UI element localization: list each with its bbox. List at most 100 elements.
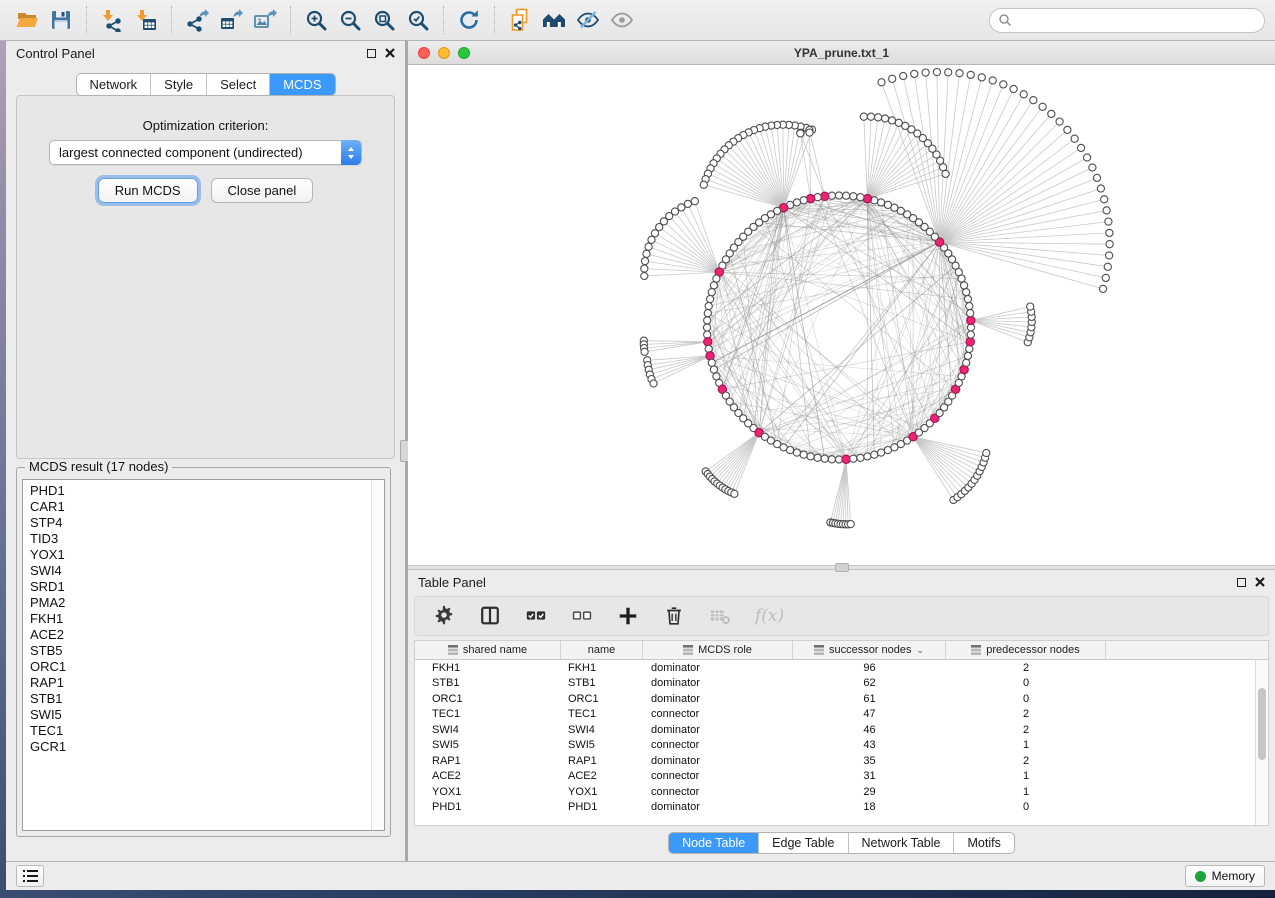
table-cell: FKH1 <box>561 662 643 674</box>
unselect-all-columns-icon[interactable] <box>571 605 593 627</box>
import-network-icon[interactable] <box>95 5 129 35</box>
table-cell: 29 <box>793 786 946 798</box>
table-body: FKH1FKH1dominator962STB1STB1dominator620… <box>415 660 1268 815</box>
table-row[interactable]: SWI5SWI5connector431 <box>415 738 1268 754</box>
column-header-predecessor-nodes[interactable]: predecessor nodes <box>946 641 1106 659</box>
table-cell: TEC1 <box>415 708 561 720</box>
optimization-criterion-select[interactable]: largest connected component (undirected) <box>49 140 362 165</box>
table-cell: dominator <box>643 724 793 736</box>
open-icon[interactable] <box>10 5 44 35</box>
zoom-selected-icon[interactable] <box>401 5 435 35</box>
list-item[interactable]: ACE2 <box>30 627 371 643</box>
table-row[interactable]: TEC1TEC1connector472 <box>415 707 1268 723</box>
control-panel: Control Panel NetworkStyleSelectMCDS Opt… <box>6 41 405 861</box>
mcds-result-list[interactable]: PHD1CAR1STP4TID3YOX1SWI4SRD1PMA2FKH1ACE2… <box>23 480 371 830</box>
search-input[interactable] <box>1017 13 1256 27</box>
table-scrollbar[interactable] <box>1255 660 1268 825</box>
close-panel-icon[interactable] <box>1255 577 1265 587</box>
search-box[interactable] <box>989 8 1265 33</box>
list-item[interactable]: GCR1 <box>30 739 371 755</box>
horizontal-split-divider[interactable] <box>408 565 1275 570</box>
table-cell: connector <box>643 770 793 782</box>
table-row[interactable]: ACE2ACE2connector311 <box>415 769 1268 785</box>
clone-network-icon[interactable] <box>503 5 537 35</box>
show-all-icon[interactable] <box>605 5 639 35</box>
list-item[interactable]: YOX1 <box>30 547 371 563</box>
mcds-list-scrollbar[interactable] <box>371 480 384 830</box>
column-header-name[interactable]: name <box>561 641 643 659</box>
column-header-MCDS-role[interactable]: MCDS role <box>643 641 793 659</box>
close-panel-button[interactable]: Close panel <box>211 178 314 203</box>
table-cell: SWI5 <box>561 739 643 751</box>
add-column-icon[interactable] <box>617 605 639 627</box>
tab-motifs[interactable]: Motifs <box>953 833 1013 853</box>
float-panel-icon[interactable] <box>1237 578 1246 587</box>
export-network-icon[interactable] <box>180 5 214 35</box>
zoom-out-icon[interactable] <box>333 5 367 35</box>
mcds-result-title: MCDS result (17 nodes) <box>25 459 172 474</box>
delete-column-icon[interactable] <box>663 605 685 627</box>
table-panel: Table Panel f(x) shared namenameMCDS rol… <box>408 570 1275 861</box>
list-item[interactable]: TID3 <box>30 531 371 547</box>
table-row[interactable]: STB1STB1dominator620 <box>415 676 1268 692</box>
float-panel-icon[interactable] <box>367 49 376 58</box>
refresh-icon[interactable] <box>452 5 486 35</box>
zoom-fit-icon[interactable] <box>367 5 401 35</box>
divider-grip[interactable] <box>835 563 849 572</box>
list-item[interactable]: STB1 <box>30 691 371 707</box>
tab-node-table[interactable]: Node Table <box>669 833 758 853</box>
column-header-shared-name[interactable]: shared name <box>415 641 561 659</box>
table-row[interactable]: PHD1PHD1dominator180 <box>415 800 1268 816</box>
list-item[interactable]: PHD1 <box>30 483 371 499</box>
table-cell: 35 <box>793 755 946 767</box>
table-cell: 46 <box>793 724 946 736</box>
list-item[interactable]: FKH1 <box>30 611 371 627</box>
list-item[interactable]: STP4 <box>30 515 371 531</box>
network-canvas[interactable] <box>408 65 1275 565</box>
graph-nodes[interactable] <box>640 69 1113 528</box>
mcds-result-groupbox: MCDS result (17 nodes) PHD1CAR1STP4TID3Y… <box>16 467 391 837</box>
list-item[interactable]: TEC1 <box>30 723 371 739</box>
task-history-button[interactable] <box>16 865 44 887</box>
run-mcds-button[interactable]: Run MCDS <box>98 178 198 203</box>
table-cell: connector <box>643 708 793 720</box>
tab-select[interactable]: Select <box>206 74 269 95</box>
table-cell: 1 <box>946 770 1106 782</box>
show-columns-icon[interactable] <box>479 605 501 627</box>
close-panel-icon[interactable] <box>385 48 395 58</box>
tab-network[interactable]: Network <box>76 74 150 95</box>
export-image-icon[interactable] <box>248 5 282 35</box>
first-neighbors-icon[interactable] <box>537 5 571 35</box>
tab-edge-table[interactable]: Edge Table <box>758 833 847 853</box>
sort-caret-icon[interactable]: ⌄ <box>917 645 925 656</box>
list-item[interactable]: ORC1 <box>30 659 371 675</box>
save-icon[interactable] <box>44 5 78 35</box>
tab-style[interactable]: Style <box>150 74 206 95</box>
select-all-columns-icon[interactable] <box>525 605 547 627</box>
list-item[interactable]: CAR1 <box>30 499 371 515</box>
table-row[interactable]: SWI4SWI4dominator462 <box>415 722 1268 738</box>
scrollbar-thumb[interactable] <box>1258 688 1266 760</box>
list-item[interactable]: SRD1 <box>30 579 371 595</box>
table-row[interactable]: YOX1YOX1connector291 <box>415 784 1268 800</box>
gear-icon[interactable] <box>433 605 455 627</box>
export-table-icon[interactable] <box>214 5 248 35</box>
hide-selected-icon[interactable] <box>571 5 605 35</box>
column-header-successor-nodes[interactable]: successor nodes⌄ <box>793 641 946 659</box>
table-row[interactable]: FKH1FKH1dominator962 <box>415 660 1268 676</box>
memory-label: Memory <box>1212 869 1255 883</box>
list-item[interactable]: STB5 <box>30 643 371 659</box>
tab-mcds[interactable]: MCDS <box>269 74 334 95</box>
list-item[interactable]: SWI4 <box>30 563 371 579</box>
list-item[interactable]: SWI5 <box>30 707 371 723</box>
list-item[interactable]: PMA2 <box>30 595 371 611</box>
memory-button[interactable]: Memory <box>1185 865 1265 887</box>
network-graph[interactable] <box>408 65 1275 565</box>
desktop: Control Panel NetworkStyleSelectMCDS Opt… <box>0 0 1275 898</box>
zoom-in-icon[interactable] <box>299 5 333 35</box>
import-table-icon[interactable] <box>129 5 163 35</box>
table-row[interactable]: ORC1ORC1dominator610 <box>415 691 1268 707</box>
list-item[interactable]: RAP1 <box>30 675 371 691</box>
table-row[interactable]: RAP1RAP1dominator352 <box>415 753 1268 769</box>
tab-network-table[interactable]: Network Table <box>848 833 954 853</box>
